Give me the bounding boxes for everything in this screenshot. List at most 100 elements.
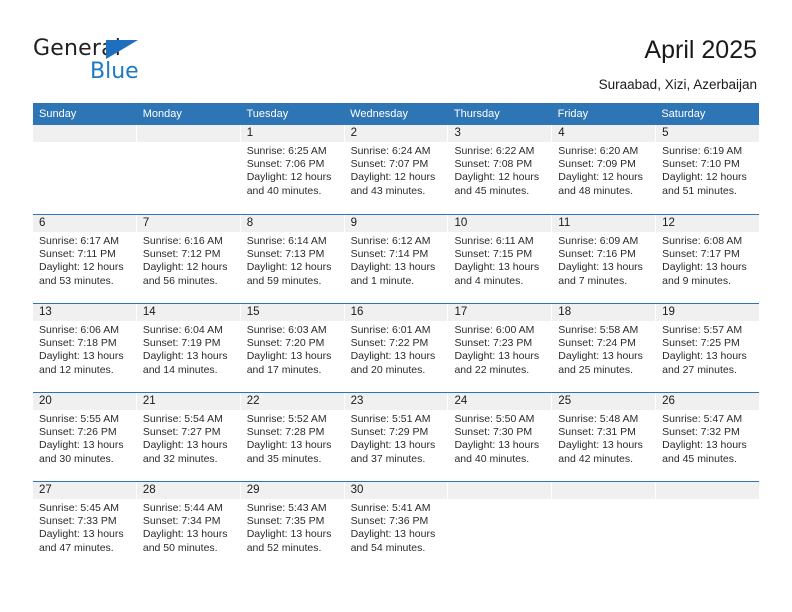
calendar-weeks: 1 Sunrise: 6:25 AM Sunset: 7:06 PM Daylight… <box>33 125 761 570</box>
day-detail-line: and 14 minutes. <box>142 363 218 376</box>
day-detail-line: Daylight: 13 hours <box>662 439 747 452</box>
weekday-header-tuesday: Tuesday <box>246 108 289 120</box>
day-detail-line: Sunset: 7:34 PM <box>142 515 221 528</box>
day-number-band: 20 <box>33 393 137 410</box>
calendar-day-cell[interactable]: 6 Sunrise: 6:17 AM Sunset: 7:11 PM Daylight… <box>33 215 137 303</box>
calendar-day-cell[interactable]: 19 Sunrise: 5:57 AM Sunset: 7:25 PM Dayligh… <box>656 304 761 392</box>
day-detail-line: Sunrise: 6:12 AM <box>350 235 431 247</box>
day-number: 6 <box>39 217 46 229</box>
day-detail-lines: Sunrise: 6:09 AM Sunset: 7:16 PM Daylight:… <box>552 232 655 288</box>
day-detail-lines: Sunrise: 6:16 AM Sunset: 7:12 PM Daylight:… <box>137 232 240 288</box>
calendar-day-cell[interactable]: 15 Sunrise: 6:03 AM Sunset: 7:20 PM Dayligh… <box>240 304 345 392</box>
day-detail-line: Sunrise: 6:00 AM <box>454 324 535 336</box>
calendar-day-cell[interactable]: 16 Sunrise: 6:01 AM Sunset: 7:22 PM Dayligh… <box>344 304 449 392</box>
calendar-day-cell[interactable]: 2 Sunrise: 6:24 AM Sunset: 7:07 PM Daylight… <box>344 125 449 214</box>
day-detail-line: Daylight: 13 hours <box>558 439 643 452</box>
day-detail-line: Sunrise: 5:55 AM <box>39 413 119 425</box>
day-detail-lines: Sunrise: 6:14 AM Sunset: 7:13 PM Daylight:… <box>241 232 344 288</box>
calendar-day-cell[interactable]: 8 Sunrise: 6:14 AM Sunset: 7:13 PM Daylight… <box>240 215 345 303</box>
calendar-day-cell[interactable]: 28 Sunrise: 5:44 AM Sunset: 7:34 PM Dayligh… <box>136 482 241 570</box>
calendar-day-cell[interactable]: 23 Sunrise: 5:51 AM Sunset: 7:29 PM Dayligh… <box>344 393 449 481</box>
page-title: April 2025 <box>644 36 757 64</box>
day-number-band: 12 <box>656 215 761 232</box>
day-detail-line: Sunrise: 6:25 AM <box>246 145 327 157</box>
day-detail-lines: Sunrise: 5:45 AM Sunset: 7:33 PM Daylight:… <box>33 499 136 555</box>
day-detail-line: Daylight: 13 hours <box>662 261 747 274</box>
calendar-empty-cell <box>656 482 761 570</box>
day-number: 10 <box>454 217 468 229</box>
calendar-day-cell[interactable]: 4 Sunrise: 6:20 AM Sunset: 7:09 PM Daylight… <box>552 125 657 214</box>
day-number-band: 22 <box>240 393 345 410</box>
day-detail-line: Daylight: 13 hours <box>39 439 124 452</box>
calendar-day-cell[interactable]: 10 Sunrise: 6:11 AM Sunset: 7:15 PM Dayligh… <box>448 215 553 303</box>
calendar-day-cell[interactable]: 21 Sunrise: 5:54 AM Sunset: 7:27 PM Dayligh… <box>136 393 241 481</box>
day-detail-line: Sunrise: 6:04 AM <box>142 324 223 336</box>
day-number-band: 14 <box>136 304 241 321</box>
day-detail-lines: Sunrise: 5:52 AM Sunset: 7:28 PM Daylight:… <box>241 410 344 466</box>
day-number: 11 <box>558 217 571 229</box>
calendar-day-cell[interactable]: 3 Sunrise: 6:22 AM Sunset: 7:08 PM Daylight… <box>448 125 553 214</box>
day-number-band: 8 <box>240 215 345 232</box>
day-number: 12 <box>662 217 675 229</box>
day-detail-line: Sunrise: 5:51 AM <box>350 413 431 425</box>
day-detail-line: Sunset: 7:15 PM <box>454 248 533 261</box>
day-detail-lines <box>448 499 551 502</box>
day-detail-line: Sunrise: 5:41 AM <box>350 502 431 514</box>
day-number-band: 25 <box>552 393 657 410</box>
day-detail-line: Sunrise: 5:45 AM <box>39 502 119 514</box>
calendar-day-cell[interactable]: 14 Sunrise: 6:04 AM Sunset: 7:19 PM Dayligh… <box>136 304 241 392</box>
calendar-day-cell[interactable]: 12 Sunrise: 6:08 AM Sunset: 7:17 PM Dayligh… <box>656 215 761 303</box>
day-number-band: 16 <box>344 304 449 321</box>
day-detail-line: Sunrise: 5:48 AM <box>558 413 639 425</box>
weekday-header-sunday: Sunday <box>39 108 77 120</box>
calendar-day-cell[interactable]: 20 Sunrise: 5:55 AM Sunset: 7:26 PM Dayligh… <box>33 393 137 481</box>
general-blue-logo[interactable]: General Blue <box>33 36 213 88</box>
calendar-page: General Blue April 2025 Suraabad, Xizi, … <box>0 0 792 612</box>
day-detail-line: Sunrise: 6:22 AM <box>454 145 535 157</box>
day-detail-line: Sunrise: 5:43 AM <box>246 502 327 514</box>
day-number: 20 <box>39 395 52 407</box>
day-number-band: 11 <box>552 215 657 232</box>
day-detail-line: Daylight: 13 hours <box>246 439 332 452</box>
day-number-band: 24 <box>448 393 553 410</box>
calendar-week-row: 27 Sunrise: 5:45 AM Sunset: 7:33 PM Dayligh… <box>33 481 761 570</box>
day-detail-line: Sunrise: 6:24 AM <box>350 145 431 157</box>
calendar-day-cell[interactable]: 1 Sunrise: 6:25 AM Sunset: 7:06 PM Daylight… <box>240 125 345 214</box>
calendar-day-cell[interactable]: 5 Sunrise: 6:19 AM Sunset: 7:10 PM Daylight… <box>656 125 761 214</box>
calendar-day-cell[interactable]: 11 Sunrise: 6:09 AM Sunset: 7:16 PM Dayligh… <box>552 215 657 303</box>
calendar-day-cell[interactable]: 26 Sunrise: 5:47 AM Sunset: 7:32 PM Dayligh… <box>656 393 761 481</box>
calendar-day-cell[interactable]: 22 Sunrise: 5:52 AM Sunset: 7:28 PM Dayligh… <box>240 393 345 481</box>
day-detail-lines: Sunrise: 5:58 AM Sunset: 7:24 PM Daylight:… <box>552 321 655 377</box>
day-detail-lines: Sunrise: 5:43 AM Sunset: 7:35 PM Daylight:… <box>241 499 344 555</box>
day-detail-line: Sunrise: 6:06 AM <box>39 324 119 336</box>
day-detail-line: Sunset: 7:09 PM <box>558 158 636 171</box>
calendar-day-cell[interactable]: 13 Sunrise: 6:06 AM Sunset: 7:18 PM Dayligh… <box>33 304 137 392</box>
calendar-day-cell[interactable]: 30 Sunrise: 5:41 AM Sunset: 7:36 PM Dayligh… <box>344 482 449 570</box>
calendar-day-cell[interactable]: 9 Sunrise: 6:12 AM Sunset: 7:14 PM Daylight… <box>344 215 449 303</box>
day-detail-lines <box>33 142 136 145</box>
day-detail-line: and 48 minutes. <box>558 184 634 197</box>
day-detail-line: Sunrise: 5:50 AM <box>454 413 535 425</box>
calendar-day-cell[interactable]: 27 Sunrise: 5:45 AM Sunset: 7:33 PM Dayligh… <box>33 482 137 570</box>
calendar-day-cell[interactable]: 29 Sunrise: 5:43 AM Sunset: 7:35 PM Dayligh… <box>240 482 345 570</box>
day-detail-line: Daylight: 13 hours <box>454 261 540 274</box>
day-detail-line: Sunset: 7:17 PM <box>662 248 740 261</box>
day-detail-line: Daylight: 12 hours <box>350 171 436 184</box>
day-number-band: 29 <box>240 482 345 499</box>
calendar-day-cell[interactable]: 17 Sunrise: 6:00 AM Sunset: 7:23 PM Dayligh… <box>448 304 553 392</box>
day-number: 3 <box>454 127 461 139</box>
calendar-day-cell[interactable]: 18 Sunrise: 5:58 AM Sunset: 7:24 PM Dayligh… <box>552 304 657 392</box>
day-detail-line: Sunrise: 6:11 AM <box>454 235 534 247</box>
day-detail-line: Daylight: 13 hours <box>350 350 436 363</box>
day-detail-line: and 4 minutes. <box>454 274 524 287</box>
weekday-header-friday: Friday <box>557 108 589 120</box>
calendar-day-cell[interactable]: 24 Sunrise: 5:50 AM Sunset: 7:30 PM Dayligh… <box>448 393 553 481</box>
day-number-band: 27 <box>33 482 137 499</box>
day-detail-line: and 54 minutes. <box>350 541 426 554</box>
day-detail-line: Sunset: 7:06 PM <box>246 158 325 171</box>
day-detail-line: and 56 minutes. <box>142 274 218 287</box>
day-number-band: 2 <box>344 125 449 142</box>
logo-triangle-icon <box>106 40 138 59</box>
calendar-day-cell[interactable]: 25 Sunrise: 5:48 AM Sunset: 7:31 PM Dayligh… <box>552 393 657 481</box>
calendar-day-cell[interactable]: 7 Sunrise: 6:16 AM Sunset: 7:12 PM Daylight… <box>136 215 241 303</box>
